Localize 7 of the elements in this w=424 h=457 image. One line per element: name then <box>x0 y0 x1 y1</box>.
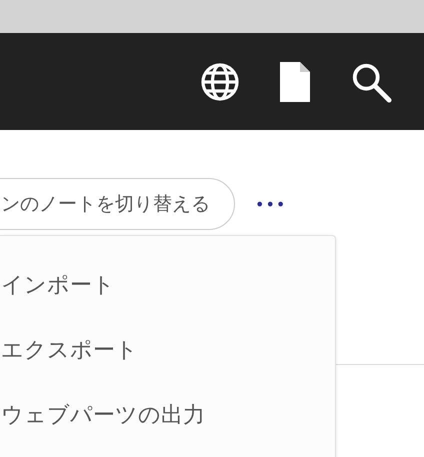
switch-notes-button[interactable]: ンのノートを切り替える <box>0 178 235 230</box>
more-button[interactable]: ••• <box>249 190 292 218</box>
globe-icon[interactable] <box>200 62 240 102</box>
document-icon[interactable] <box>278 60 312 104</box>
menu-item[interactable]: インポート <box>1 264 335 329</box>
menu-item[interactable]: ウェブパーツの出力 <box>1 394 335 457</box>
menu-item[interactable]: エクスポート <box>1 329 335 394</box>
